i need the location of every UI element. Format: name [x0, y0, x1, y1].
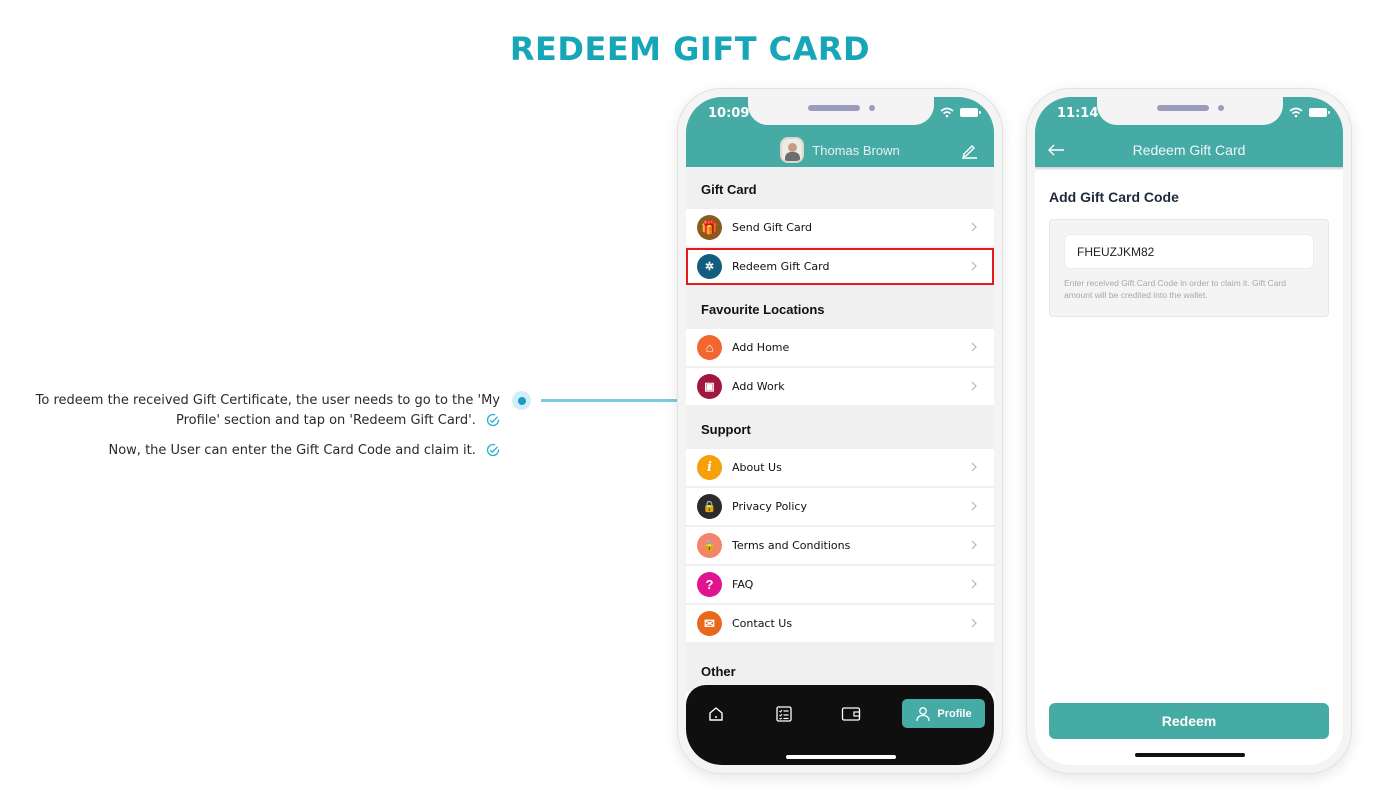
status-bar: 11:14 [1035, 97, 1343, 133]
menu-item-faq[interactable]: ? FAQ [686, 566, 994, 603]
home-icon [709, 707, 723, 721]
section-title-support: Support [686, 407, 994, 449]
wifi-icon [1289, 107, 1303, 118]
menu-item-terms-and-conditions[interactable]: 🔒 Terms and Conditions [686, 527, 994, 564]
chevron-right-icon [971, 462, 977, 472]
redeem-header: Redeem Gift Card [1035, 133, 1343, 167]
chevron-right-icon [971, 540, 977, 550]
wifi-icon [940, 107, 954, 118]
privacy-lock-icon: 🔒 [697, 494, 722, 519]
checklist-icon [776, 706, 792, 722]
check-circle-icon [486, 443, 500, 457]
profile-menu-list: Gift Card 🎁 Send Gift Card ✲ Redeem Gift… [686, 167, 994, 731]
chevron-right-icon [971, 261, 977, 271]
chevron-right-icon [971, 501, 977, 511]
header-title: Redeem Gift Card [1132, 142, 1246, 158]
annotation-text: To redeem the received Gift Certificate,… [35, 393, 500, 428]
work-pin-icon: ▣ [697, 374, 722, 399]
notch [748, 97, 934, 125]
tab-profile[interactable]: Profile [902, 699, 985, 728]
redeem-button[interactable]: Redeem [1049, 703, 1329, 739]
section-title-add-code: Add Gift Card Code [1049, 189, 1179, 205]
bottom-tab-bar: Profile [686, 685, 994, 765]
menu-item-redeem-gift-card[interactable]: ✲ Redeem Gift Card [686, 248, 994, 285]
section-title-favourite-locations: Favourite Locations [686, 287, 994, 329]
chevron-right-icon [971, 579, 977, 589]
edit-pencil-icon[interactable] [960, 141, 978, 159]
gift-redeem-icon: ✲ [697, 254, 722, 279]
section-title-gift-card: Gift Card [686, 167, 994, 209]
wallet-icon [841, 707, 861, 721]
menu-item-send-gift-card[interactable]: 🎁 Send Gift Card [686, 209, 994, 246]
notch [1097, 97, 1283, 125]
menu-item-add-work[interactable]: ▣ Add Work [686, 368, 994, 405]
code-hint: Enter received Gift Card Code in order t… [1064, 278, 1287, 300]
user-name: Thomas Brown [812, 142, 900, 158]
annotation-step-2: Now, the User can enter the Gift Card Co… [100, 441, 500, 461]
home-pin-icon: ⌂ [697, 335, 722, 360]
chevron-right-icon [971, 381, 977, 391]
tab-trips[interactable] [771, 701, 797, 727]
menu-item-add-home[interactable]: ⌂ Add Home [686, 329, 994, 366]
tab-profile-label: Profile [937, 707, 972, 720]
lock-icon: 🔒 [697, 533, 722, 558]
menu-item-about-us[interactable]: i About Us [686, 449, 994, 486]
info-icon: i [697, 455, 722, 480]
back-arrow-icon[interactable] [1047, 143, 1065, 157]
battery-icon [960, 108, 981, 117]
chevron-right-icon [971, 222, 977, 232]
status-time: 11:14 [1057, 106, 1099, 121]
mail-icon: ✉ [697, 611, 722, 636]
tab-wallet[interactable] [838, 701, 864, 727]
user-icon [916, 706, 931, 721]
connector-line [541, 399, 686, 402]
annotation-text: Now, the User can enter the Gift Card Co… [108, 443, 476, 458]
redeem-content: Add Gift Card Code Enter received Gift C… [1049, 189, 1329, 317]
home-indicator [1135, 753, 1245, 757]
gift-card-code-input[interactable] [1064, 234, 1314, 269]
check-circle-icon [486, 413, 500, 427]
phone-profile-screen: 10:09 ➤ Thomas Brown Gift Card 🎁 Send Gi… [677, 88, 1003, 774]
question-icon: ? [697, 572, 722, 597]
menu-item-contact-us[interactable]: ✉ Contact Us [686, 605, 994, 642]
battery-icon [1309, 108, 1330, 117]
chevron-right-icon [971, 618, 977, 628]
menu-item-privacy-policy[interactable]: 🔒 Privacy Policy [686, 488, 994, 525]
connector-dot [512, 391, 531, 410]
tab-home[interactable] [703, 701, 729, 727]
home-indicator [786, 755, 896, 759]
annotation-step-1: To redeem the received Gift Certificate,… [30, 391, 500, 431]
gift-send-icon: 🎁 [697, 215, 722, 240]
profile-header: Thomas Brown [686, 133, 994, 167]
status-bar: 10:09 ➤ [686, 97, 994, 133]
page-title: REDEEM GIFT CARD [509, 30, 871, 68]
phone-redeem-screen: 11:14 Redeem Gift Card Add Gift Card Cod… [1026, 88, 1352, 774]
chevron-right-icon [971, 342, 977, 352]
avatar[interactable] [780, 137, 805, 163]
code-card: Enter received Gift Card Code in order t… [1049, 219, 1329, 317]
